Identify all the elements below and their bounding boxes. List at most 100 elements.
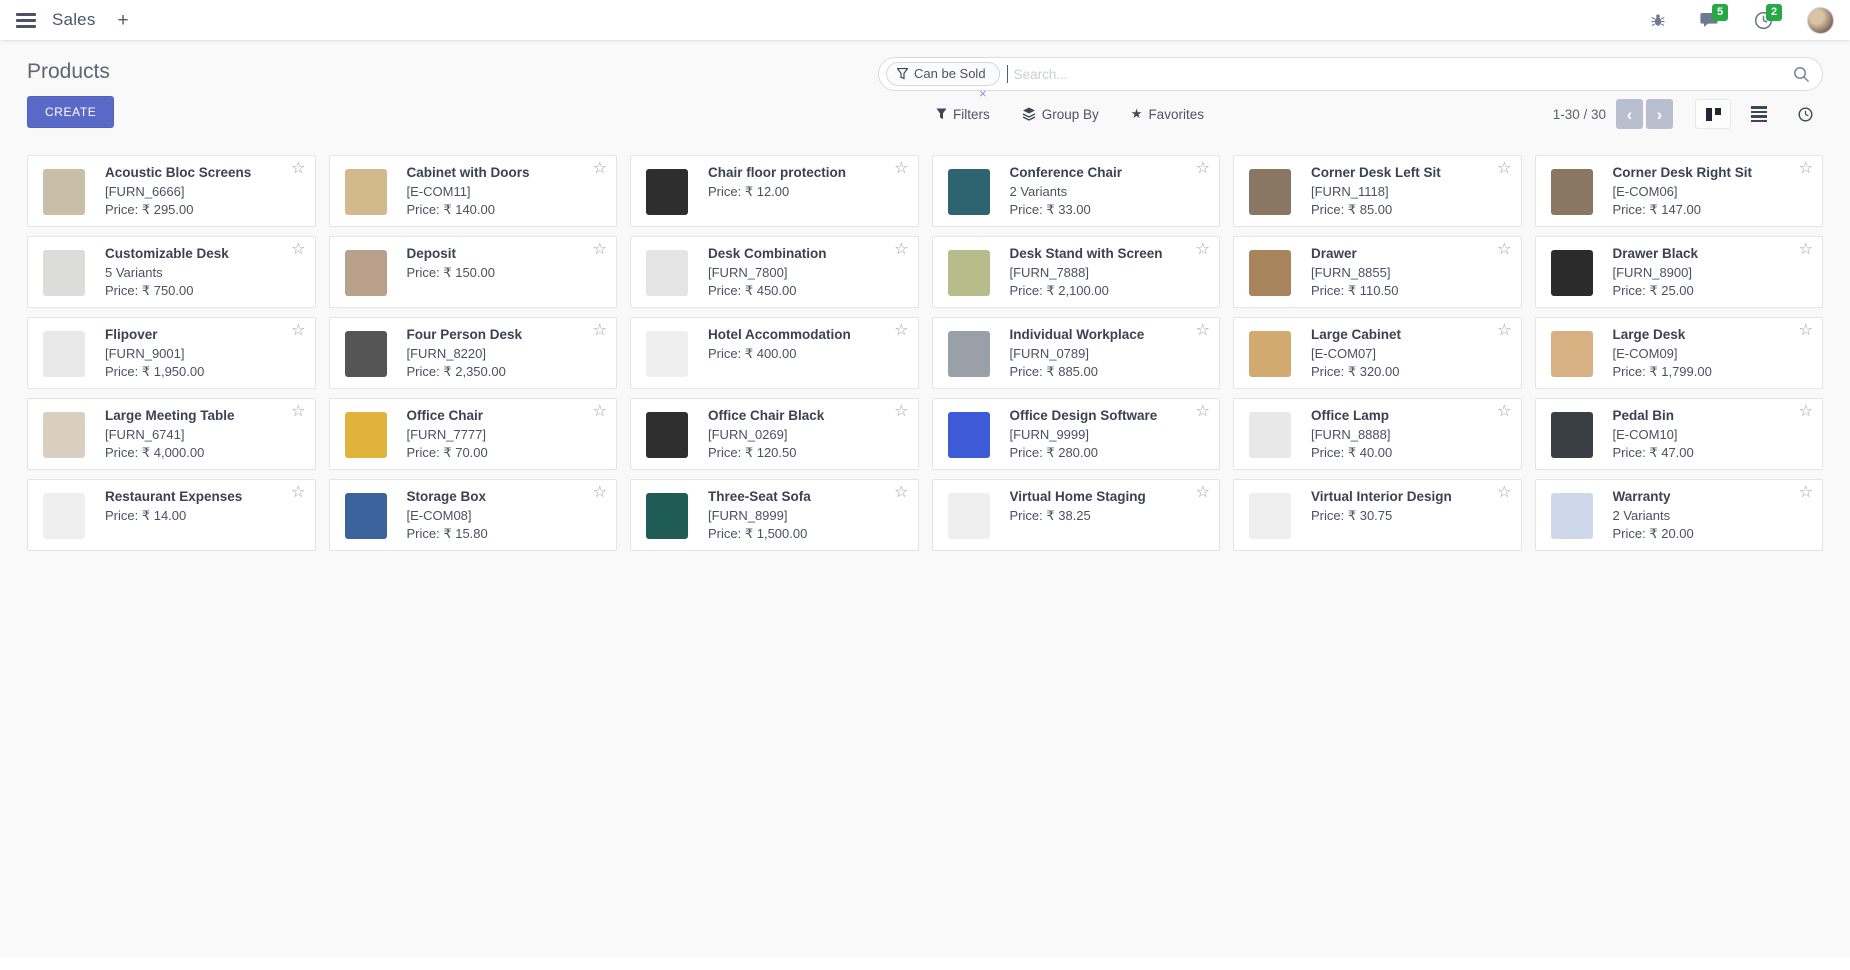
product-card[interactable]: Conference Chair 2 Variants Price: ₹ 33.… xyxy=(932,155,1221,227)
filters-button[interactable]: Filters xyxy=(936,107,990,122)
search-facet-can-be-sold: Can be Sold × xyxy=(886,62,1000,86)
search-icon[interactable] xyxy=(1793,66,1810,83)
group-by-button[interactable]: Group By xyxy=(1022,107,1099,122)
product-card[interactable]: Large Meeting Table [FURN_6741] Price: ₹… xyxy=(27,398,316,470)
product-card[interactable]: Four Person Desk [FURN_8220] Price: ₹ 2,… xyxy=(329,317,618,389)
hamburger-menu-button[interactable] xyxy=(16,13,36,28)
star-icon: ★ xyxy=(1131,106,1143,122)
product-card[interactable]: Acoustic Bloc Screens [FURN_6666] Price:… xyxy=(27,155,316,227)
pager-value[interactable]: 1-30 / 30 xyxy=(1553,107,1606,122)
product-card[interactable]: Customizable Desk 5 Variants Price: ₹ 75… xyxy=(27,236,316,308)
activity-view-button[interactable] xyxy=(1787,99,1823,129)
favorite-star-icon[interactable]: ☆ xyxy=(1196,242,1210,258)
product-card[interactable]: Three-Seat Sofa [FURN_8999] Price: ₹ 1,5… xyxy=(630,479,919,551)
product-card[interactable]: Pedal Bin [E-COM10] Price: ₹ 47.00 ☆ xyxy=(1535,398,1824,470)
product-card[interactable]: Virtual Interior Design Price: ₹ 30.75 ☆ xyxy=(1233,479,1522,551)
product-card[interactable]: Flipover [FURN_9001] Price: ₹ 1,950.00 ☆ xyxy=(27,317,316,389)
product-card[interactable]: Virtual Home Staging Price: ₹ 38.25 ☆ xyxy=(932,479,1221,551)
product-card[interactable]: Chair floor protection Price: ₹ 12.00 ☆ xyxy=(630,155,919,227)
product-card[interactable]: Corner Desk Left Sit [FURN_1118] Price: … xyxy=(1233,155,1522,227)
favorite-star-icon[interactable]: ☆ xyxy=(1799,161,1813,177)
create-button[interactable]: CREATE xyxy=(27,96,114,128)
favorite-star-icon[interactable]: ☆ xyxy=(1497,323,1511,339)
product-card[interactable]: Cabinet with Doors [E-COM11] Price: ₹ 14… xyxy=(329,155,618,227)
favorite-star-icon[interactable]: ☆ xyxy=(291,161,305,177)
favorite-star-icon[interactable]: ☆ xyxy=(593,161,607,177)
product-price: Price: ₹ 400.00 xyxy=(708,345,869,364)
product-card[interactable]: Desk Stand with Screen [FURN_7888] Price… xyxy=(932,236,1221,308)
favorite-star-icon[interactable]: ☆ xyxy=(291,242,305,258)
activities-button[interactable]: 2 xyxy=(1754,11,1773,30)
product-card[interactable]: Drawer [FURN_8855] Price: ₹ 110.50 ☆ xyxy=(1233,236,1522,308)
product-card[interactable]: Warranty 2 Variants Price: ₹ 20.00 ☆ xyxy=(1535,479,1824,551)
product-reference: [FURN_8900] xyxy=(1613,264,1717,283)
page-title: Products xyxy=(27,60,114,84)
favorite-star-icon[interactable]: ☆ xyxy=(894,404,908,420)
product-thumbnail xyxy=(33,242,95,304)
product-card[interactable]: Corner Desk Right Sit [E-COM06] Price: ₹… xyxy=(1535,155,1824,227)
search-facet-label: Can be Sold xyxy=(914,66,986,81)
favorite-star-icon[interactable]: ☆ xyxy=(1799,242,1813,258)
favorite-star-icon[interactable]: ☆ xyxy=(593,242,607,258)
kanban-view-button[interactable] xyxy=(1695,99,1731,129)
product-variants: 2 Variants xyxy=(1613,507,1694,526)
favorite-star-icon[interactable]: ☆ xyxy=(1799,323,1813,339)
product-card[interactable]: Individual Workplace [FURN_0789] Price: … xyxy=(932,317,1221,389)
product-info: Office Design Software [FURN_9999] Price… xyxy=(1010,404,1176,464)
favorite-star-icon[interactable]: ☆ xyxy=(1497,161,1511,177)
debug-bug-button[interactable] xyxy=(1650,12,1666,28)
pager-previous-button[interactable]: ‹ xyxy=(1616,99,1643,129)
add-tab-button[interactable]: + xyxy=(118,11,129,30)
favorite-star-icon[interactable]: ☆ xyxy=(291,323,305,339)
app-menu-sales[interactable]: Sales xyxy=(52,10,96,30)
favorite-star-icon[interactable]: ☆ xyxy=(593,404,607,420)
chevron-left-icon: ‹ xyxy=(1627,106,1633,123)
favorite-star-icon[interactable]: ☆ xyxy=(1196,404,1210,420)
product-price: Price: ₹ 147.00 xyxy=(1613,201,1771,220)
product-card[interactable]: Storage Box [E-COM08] Price: ₹ 15.80 ☆ xyxy=(329,479,618,551)
product-card[interactable]: Large Desk [E-COM09] Price: ₹ 1,799.00 ☆ xyxy=(1535,317,1824,389)
favorite-star-icon[interactable]: ☆ xyxy=(1799,404,1813,420)
favorite-star-icon[interactable]: ☆ xyxy=(1497,404,1511,420)
product-card[interactable]: Office Design Software [FURN_9999] Price… xyxy=(932,398,1221,470)
favorite-star-icon[interactable]: ☆ xyxy=(894,161,908,177)
favorite-star-icon[interactable]: ☆ xyxy=(593,485,607,501)
favorite-star-icon[interactable]: ☆ xyxy=(291,404,305,420)
favorite-star-icon[interactable]: ☆ xyxy=(894,323,908,339)
favorite-star-icon[interactable]: ☆ xyxy=(1196,161,1210,177)
product-card[interactable]: Deposit Price: ₹ 150.00 ☆ xyxy=(329,236,618,308)
product-reference: [E-COM11] xyxy=(407,183,548,202)
product-reference: [FURN_1118] xyxy=(1311,183,1459,202)
product-price: Price: ₹ 1,500.00 xyxy=(708,525,829,544)
favorite-star-icon[interactable]: ☆ xyxy=(1196,323,1210,339)
product-card[interactable]: Hotel Accommodation Price: ₹ 400.00 ☆ xyxy=(630,317,919,389)
favorite-star-icon[interactable]: ☆ xyxy=(291,485,305,501)
messages-button[interactable]: 5 xyxy=(1700,11,1720,29)
product-thumbnail xyxy=(33,485,95,547)
product-name: Large Cabinet xyxy=(1311,326,1419,345)
user-avatar[interactable] xyxy=(1807,7,1834,34)
product-card[interactable]: Desk Combination [FURN_7800] Price: ₹ 45… xyxy=(630,236,919,308)
product-card[interactable]: Office Lamp [FURN_8888] Price: ₹ 40.00 ☆ xyxy=(1233,398,1522,470)
favorite-star-icon[interactable]: ☆ xyxy=(1497,242,1511,258)
product-card[interactable]: Drawer Black [FURN_8900] Price: ₹ 25.00 … xyxy=(1535,236,1824,308)
favorite-star-icon[interactable]: ☆ xyxy=(1196,485,1210,501)
facet-remove-button[interactable]: × xyxy=(979,87,987,100)
product-info: Three-Seat Sofa [FURN_8999] Price: ₹ 1,5… xyxy=(708,485,829,545)
list-view-button[interactable] xyxy=(1741,99,1777,129)
product-thumbnail xyxy=(335,323,397,385)
favorite-star-icon[interactable]: ☆ xyxy=(593,323,607,339)
favorites-button[interactable]: ★ Favorites xyxy=(1131,106,1204,122)
product-card[interactable]: Restaurant Expenses Price: ₹ 14.00 ☆ xyxy=(27,479,316,551)
favorite-star-icon[interactable]: ☆ xyxy=(1497,485,1511,501)
search-input[interactable] xyxy=(1008,67,1793,82)
favorite-star-icon[interactable]: ☆ xyxy=(1799,485,1813,501)
favorite-star-icon[interactable]: ☆ xyxy=(894,242,908,258)
product-price: Price: ₹ 20.00 xyxy=(1613,525,1694,544)
pager-next-button[interactable]: › xyxy=(1646,99,1673,129)
favorite-star-icon[interactable]: ☆ xyxy=(894,485,908,501)
product-name: Individual Workplace xyxy=(1010,326,1163,345)
product-card[interactable]: Large Cabinet [E-COM07] Price: ₹ 320.00 … xyxy=(1233,317,1522,389)
product-card[interactable]: Office Chair Black [FURN_0269] Price: ₹ … xyxy=(630,398,919,470)
product-card[interactable]: Office Chair [FURN_7777] Price: ₹ 70.00 … xyxy=(329,398,618,470)
